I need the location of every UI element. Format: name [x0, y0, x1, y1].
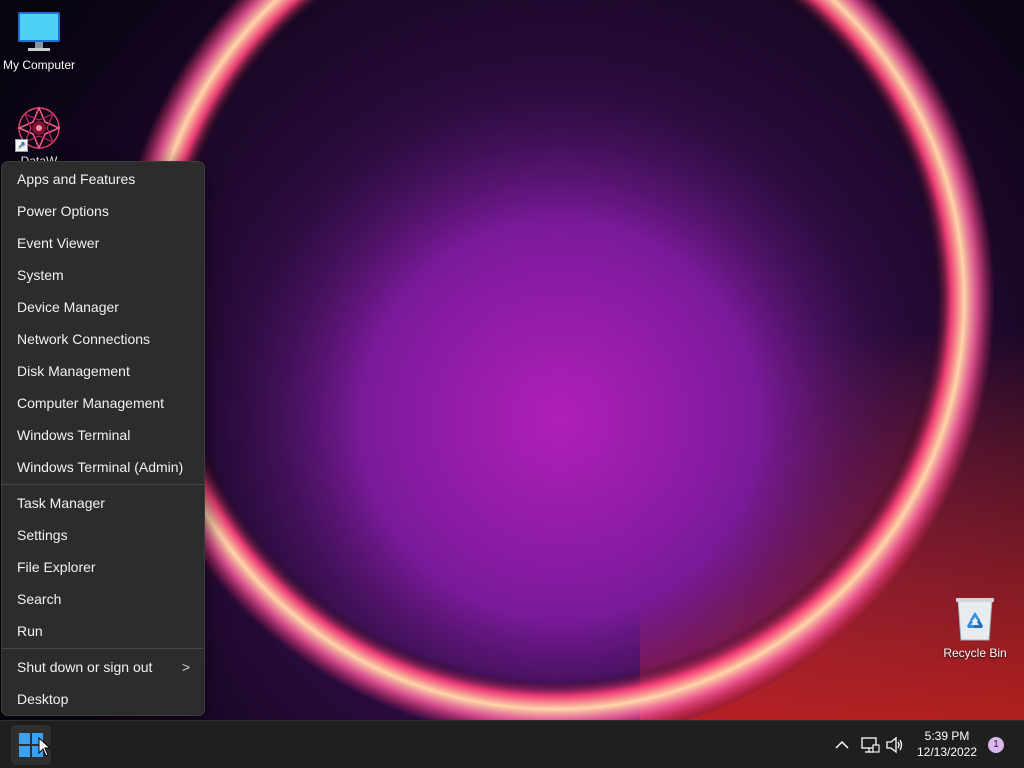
desktop-icon-label: My Computer: [2, 58, 76, 72]
power-user-menu: Apps and Features Power Options Event Vi…: [1, 161, 205, 716]
menu-item-task-manager[interactable]: Task Manager: [2, 487, 204, 519]
menu-item-event-viewer[interactable]: Event Viewer: [2, 227, 204, 259]
mouse-cursor-icon: [38, 737, 52, 757]
menu-item-run[interactable]: Run: [2, 615, 204, 647]
monitor-icon: [15, 8, 63, 56]
menu-item-shut-down-or-sign-out[interactable]: Shut down or sign out >: [2, 651, 204, 683]
recycle-bin-icon: [951, 596, 999, 644]
desktop-icon-recycle-bin[interactable]: Recycle Bin: [936, 596, 1014, 660]
menu-item-file-explorer[interactable]: File Explorer: [2, 551, 204, 583]
clock-date: 12/13/2022: [916, 745, 978, 759]
menu-separator: [2, 648, 204, 649]
desktop-icon-my-computer[interactable]: My Computer: [0, 8, 78, 72]
chevron-right-icon: >: [181, 659, 190, 675]
menu-item-search[interactable]: Search: [2, 583, 204, 615]
shortcut-arrow-icon: ↗: [15, 139, 28, 152]
desktop: My Computer ↗ DataW Recycle: [0, 0, 1024, 720]
menu-item-settings[interactable]: Settings: [2, 519, 204, 551]
chevron-up-icon[interactable]: [832, 735, 852, 755]
menu-item-windows-terminal[interactable]: Windows Terminal: [2, 419, 204, 451]
volume-icon[interactable]: [885, 735, 905, 755]
menu-item-computer-management[interactable]: Computer Management: [2, 387, 204, 419]
menu-item-windows-terminal-admin[interactable]: Windows Terminal (Admin): [2, 451, 204, 483]
menu-item-apps-and-features[interactable]: Apps and Features: [2, 163, 204, 195]
network-icon[interactable]: [860, 735, 880, 755]
menu-item-network-connections[interactable]: Network Connections: [2, 323, 204, 355]
menu-item-desktop[interactable]: Desktop: [2, 683, 204, 715]
clock-time: 5:39 PM: [924, 729, 970, 743]
menu-item-device-manager[interactable]: Device Manager: [2, 291, 204, 323]
clock[interactable]: 5:39 PM 12/13/2022: [912, 728, 982, 760]
menu-item-system[interactable]: System: [2, 259, 204, 291]
flower-mandala-icon: ↗: [15, 104, 63, 152]
menu-item-label: Shut down or sign out: [17, 659, 153, 675]
desktop-icon-label: Recycle Bin: [943, 646, 1007, 660]
notification-badge[interactable]: 1: [988, 737, 1004, 753]
menu-item-disk-management[interactable]: Disk Management: [2, 355, 204, 387]
menu-item-power-options[interactable]: Power Options: [2, 195, 204, 227]
taskbar: 5:39 PM 12/13/2022 1: [0, 720, 1024, 768]
desktop-icon-dataw[interactable]: ↗ DataW: [0, 104, 78, 168]
menu-separator: [2, 484, 204, 485]
